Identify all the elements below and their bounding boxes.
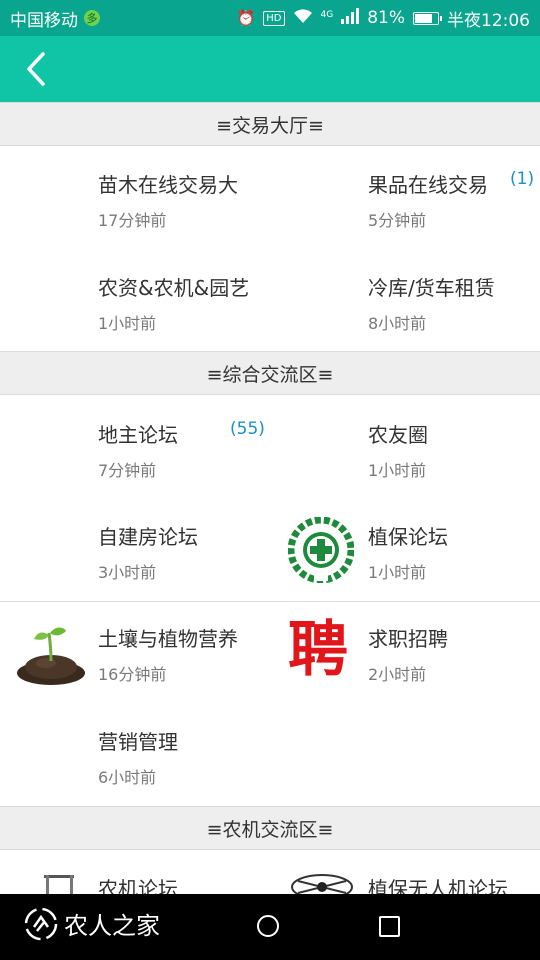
clock: 半夜12:06 bbox=[447, 10, 530, 31]
new-post-count-badge: (55) bbox=[230, 419, 265, 439]
app-logo-text: 农人之家 bbox=[64, 912, 160, 940]
forum-time: 1小时前 bbox=[368, 563, 427, 582]
forum-item-cold-storage-rental[interactable]: 冷库/货车租赁 8小时前 bbox=[270, 262, 540, 362]
forum-time: 17分钟前 bbox=[98, 211, 167, 230]
carrier-name: 中国移动 bbox=[10, 10, 78, 31]
forum-title: 植保论坛 bbox=[368, 525, 448, 549]
battery-icon bbox=[413, 11, 442, 25]
forum-item-agri-supplies[interactable]: 农资&农机&园艺 1小时前 bbox=[0, 262, 270, 362]
forum-item-soil-nutrition[interactable]: 土壤与植物营养 16分钟前 bbox=[0, 613, 270, 713]
forum-time: 16分钟前 bbox=[98, 665, 167, 684]
forum-time: 1小时前 bbox=[98, 314, 157, 333]
battery-percent: 81% bbox=[367, 8, 405, 28]
forum-time: 1小时前 bbox=[368, 461, 427, 480]
forum-item-job-recruitment[interactable]: 聘 求职招聘 2小时前 bbox=[270, 613, 540, 713]
section-header-general-exchange: ≡综合交流区≡ bbox=[0, 351, 540, 395]
forum-title: 农机论坛 bbox=[98, 877, 178, 894]
new-post-count-badge: (1) bbox=[510, 169, 535, 189]
forum-item-machinery[interactable]: 农机论坛 bbox=[0, 863, 270, 894]
forum-time: 3小时前 bbox=[98, 563, 157, 582]
forum-title: 营销管理 bbox=[98, 730, 178, 754]
recent-apps-button[interactable] bbox=[379, 916, 400, 937]
forum-time: 8小时前 bbox=[368, 314, 427, 333]
plant-protection-emblem-icon bbox=[288, 517, 354, 583]
back-button[interactable] bbox=[14, 44, 58, 94]
forum-item-landlord[interactable]: 地主论坛 (55) 7分钟前 bbox=[0, 409, 270, 509]
tractor-icon bbox=[44, 875, 74, 894]
forum-title: 农友圈 bbox=[368, 423, 428, 447]
forum-item-farmer-circle[interactable]: 农友圈 1小时前 bbox=[270, 409, 540, 509]
forum-item-marketing[interactable]: 营销管理 6小时前 bbox=[0, 716, 270, 816]
signal-icon bbox=[341, 7, 360, 29]
forum-time: 5分钟前 bbox=[368, 211, 427, 230]
forum-title: 植保无人机论坛 bbox=[368, 877, 508, 894]
forum-title: 果品在线交易 bbox=[368, 173, 488, 197]
forum-time: 7分钟前 bbox=[98, 461, 157, 480]
divider bbox=[0, 601, 540, 602]
forum-title: 苗木在线交易大 bbox=[98, 173, 238, 197]
chevron-left-icon bbox=[27, 52, 45, 86]
status-bar: 中国移动 多 ⏰ HD 4G 81% 半夜12:06 bbox=[0, 0, 540, 36]
forum-title: 土壤与植物营养 bbox=[98, 627, 238, 651]
forum-item-plant-protection[interactable]: 植保论坛 1小时前 bbox=[270, 511, 540, 611]
section-header-machinery-exchange: ≡农机交流区≡ bbox=[0, 806, 540, 850]
alarm-icon: ⏰ bbox=[236, 9, 256, 27]
app-logo-icon bbox=[24, 907, 58, 940]
forum-title: 冷库/货车租赁 bbox=[368, 276, 495, 300]
forum-item-drone[interactable]: 植保无人机论坛 bbox=[270, 863, 540, 894]
forum-time: 6小时前 bbox=[98, 768, 157, 787]
network-type: 4G bbox=[320, 9, 334, 20]
forum-time: 2小时前 bbox=[368, 665, 427, 684]
forum-item-fruit-trading[interactable]: 果品在线交易 (1) 5分钟前 bbox=[270, 159, 540, 259]
forum-item-self-built-house[interactable]: 自建房论坛 3小时前 bbox=[0, 511, 270, 611]
section-header-trading-hall: ≡交易大厅≡ bbox=[0, 102, 540, 146]
hd-icon: HD bbox=[263, 10, 285, 26]
app-logo: 农人之家 bbox=[24, 906, 160, 941]
forum-item-seedling-trading[interactable]: 苗木在线交易大 17分钟前 bbox=[0, 159, 270, 259]
app-bar bbox=[0, 36, 540, 102]
forum-title: 求职招聘 bbox=[368, 627, 448, 651]
forum-title: 农资&农机&园艺 bbox=[98, 276, 250, 300]
recruit-icon: 聘 bbox=[288, 615, 348, 685]
drone-icon bbox=[291, 874, 353, 894]
forum-title: 地主论坛 bbox=[98, 423, 178, 447]
carrier-logo-icon: 多 bbox=[84, 10, 100, 26]
home-button[interactable] bbox=[257, 915, 279, 937]
forum-title: 自建房论坛 bbox=[98, 525, 198, 549]
seedling-soil-icon bbox=[17, 627, 85, 685]
wifi-icon bbox=[293, 8, 313, 29]
